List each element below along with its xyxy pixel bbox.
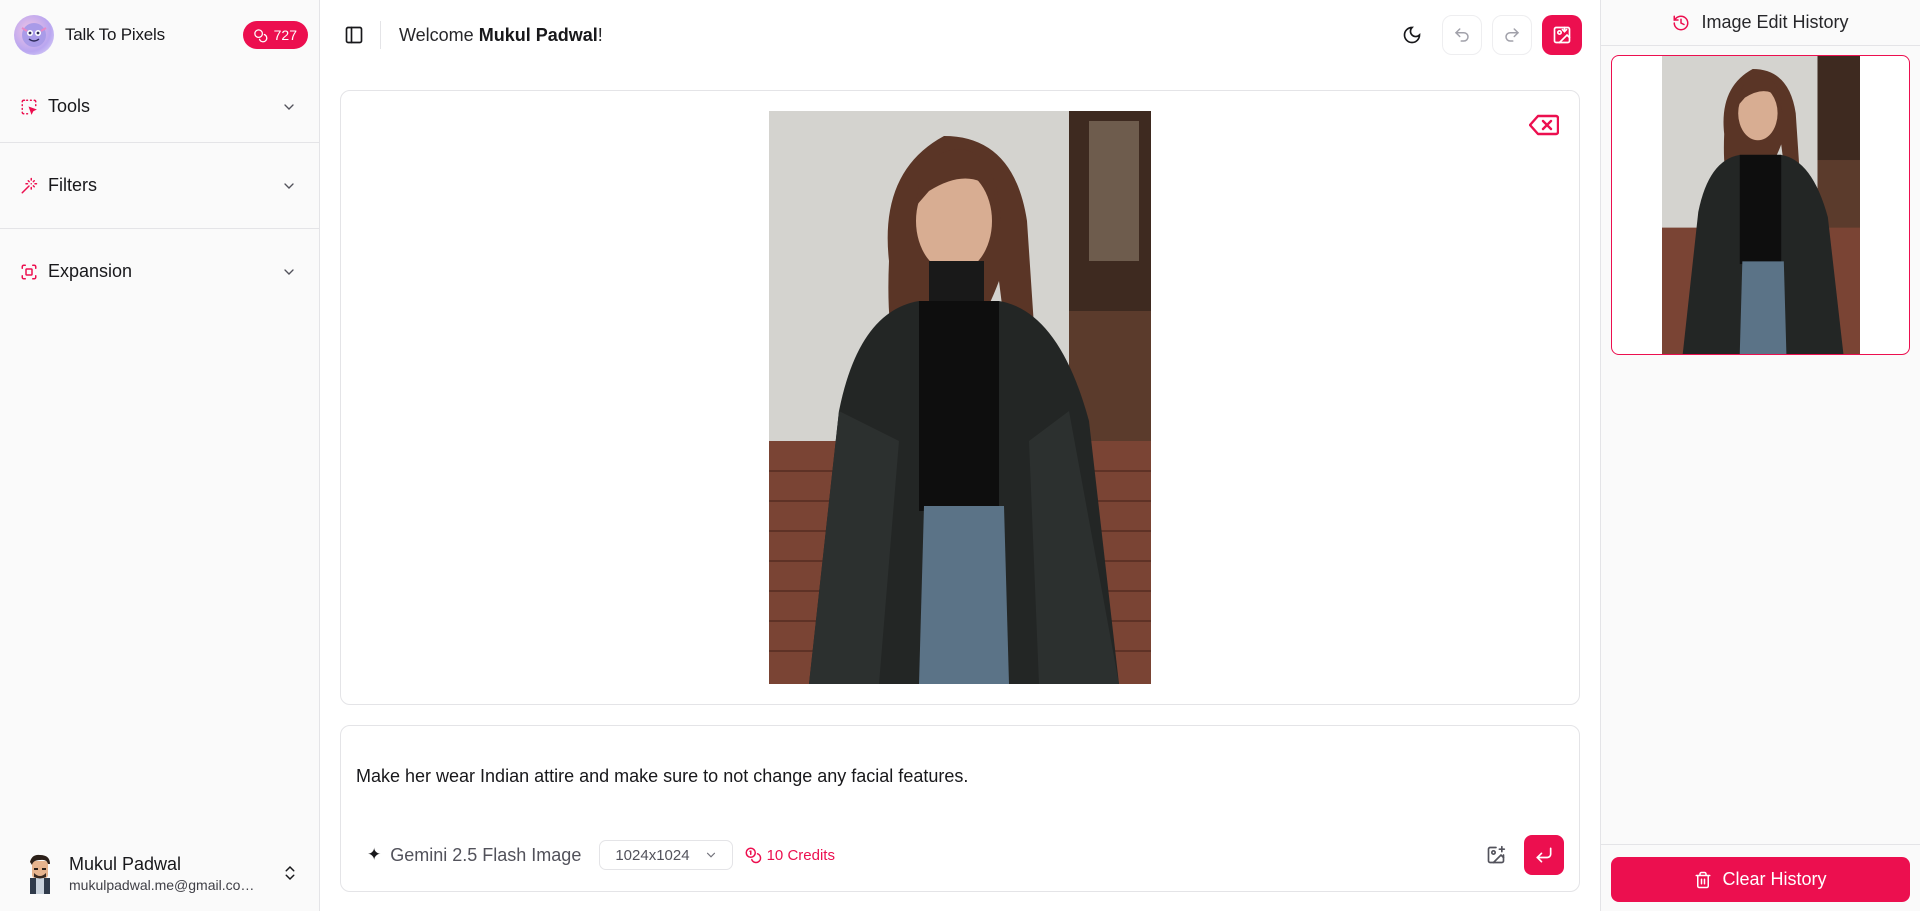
welcome-prefix: Welcome bbox=[399, 24, 479, 45]
prompt-input[interactable]: Make her wear Indian attire and make sur… bbox=[356, 766, 968, 787]
panel-left-icon bbox=[345, 26, 363, 44]
theme-toggle-button[interactable] bbox=[1392, 15, 1432, 55]
coins-icon bbox=[253, 28, 268, 42]
model-label: Gemini 2.5 Flash Image bbox=[390, 844, 582, 865]
history-footer: Clear History bbox=[1601, 844, 1920, 911]
clear-history-label: Clear History bbox=[1722, 869, 1827, 889]
user-info: Mukul Padwal mukulpadwal.me@gmail.co… bbox=[69, 854, 254, 893]
undo-button[interactable] bbox=[1442, 15, 1482, 55]
user-name: Mukul Padwal bbox=[69, 853, 182, 874]
prompt-panel: Make her wear Indian attire and make sur… bbox=[340, 725, 1580, 892]
credits-cost-label: 10 Credits bbox=[766, 846, 835, 864]
moon-icon bbox=[1403, 26, 1421, 44]
sidebar-section-label: Expansion bbox=[48, 261, 133, 281]
sidebar-section-expansion[interactable]: Expansion bbox=[0, 228, 319, 314]
sidebar-section-label: Tools bbox=[48, 96, 91, 116]
user-menu[interactable]: Mukul Padwal mukulpadwal.me@gmail.co… bbox=[0, 835, 319, 911]
image-download-icon bbox=[1553, 26, 1571, 44]
user-email: mukulpadwal.me@gmail.co… bbox=[69, 876, 255, 893]
history-icon bbox=[1673, 14, 1689, 30]
chevron-down-icon bbox=[284, 182, 294, 189]
history-title: Image Edit History bbox=[1701, 12, 1849, 32]
chevron-down-icon bbox=[284, 268, 294, 275]
app-name: Talk To Pixels bbox=[65, 25, 165, 44]
undo-icon bbox=[1454, 28, 1469, 42]
sidebar-section-tools[interactable]: Tools bbox=[0, 70, 319, 142]
magic-wand-icon bbox=[20, 177, 38, 195]
send-prompt-button[interactable] bbox=[1524, 835, 1564, 875]
sidebar: Talk To Pixels 727 Tools Filters Expansi… bbox=[0, 0, 320, 911]
redo-button[interactable] bbox=[1492, 15, 1532, 55]
history-panel: Image Edit History Clear History bbox=[1600, 0, 1920, 911]
app-root: Talk To Pixels 727 Tools Filters Expansi… bbox=[0, 0, 1920, 911]
size-select[interactable]: 1024x1024 bbox=[599, 840, 733, 870]
remove-image-button[interactable] bbox=[1529, 113, 1559, 137]
image-plus-icon bbox=[1487, 845, 1506, 864]
welcome-message: Welcome Mukul Padwal! bbox=[399, 25, 603, 46]
toggle-sidebar-button[interactable] bbox=[340, 21, 368, 49]
prompt-actions bbox=[1482, 835, 1564, 875]
sparkle-icon: ✦ bbox=[367, 845, 382, 864]
history-item[interactable] bbox=[1611, 55, 1910, 355]
size-value: 1024x1024 bbox=[615, 846, 690, 864]
avatar bbox=[30, 854, 50, 894]
credits-count: 727 bbox=[273, 27, 297, 43]
edited-image bbox=[769, 111, 1151, 684]
chevron-down-icon bbox=[284, 103, 294, 110]
image-canvas bbox=[340, 90, 1580, 705]
coins-icon bbox=[745, 847, 761, 864]
prompt-toolbar: ✦ Gemini 2.5 Flash Image 1024x1024 10 Cr… bbox=[367, 835, 1564, 875]
redo-icon bbox=[1505, 28, 1520, 42]
add-image-button[interactable] bbox=[1482, 841, 1510, 869]
brand-row: Talk To Pixels 727 bbox=[0, 0, 319, 70]
trash-icon bbox=[1695, 871, 1711, 888]
clear-history-button[interactable]: Clear History bbox=[1611, 857, 1910, 902]
app-logo bbox=[14, 15, 54, 55]
select-dashed-icon bbox=[20, 98, 38, 116]
enter-icon bbox=[1536, 847, 1552, 863]
divider bbox=[380, 21, 381, 49]
expand-frame-icon bbox=[20, 263, 38, 281]
backspace-icon bbox=[1529, 114, 1559, 136]
top-actions bbox=[1392, 15, 1582, 55]
sidebar-section-label: Filters bbox=[48, 175, 97, 195]
welcome-suffix: ! bbox=[597, 24, 603, 45]
main-area: Welcome Mukul Padwal! Make her wear Indi… bbox=[320, 0, 1600, 911]
chevron-down-icon bbox=[706, 852, 715, 858]
chevrons-up-down-icon bbox=[285, 865, 295, 881]
download-image-button[interactable] bbox=[1542, 15, 1582, 55]
credits-badge[interactable]: 727 bbox=[242, 21, 308, 49]
history-thumbnail bbox=[1662, 56, 1860, 354]
top-bar: Welcome Mukul Padwal! bbox=[320, 0, 1600, 70]
model-selector[interactable]: ✦ Gemini 2.5 Flash Image bbox=[367, 845, 581, 866]
sidebar-section-filters[interactable]: Filters bbox=[0, 142, 319, 228]
credits-cost: 10 Credits bbox=[744, 846, 835, 864]
history-header: Image Edit History bbox=[1601, 0, 1920, 46]
welcome-name: Mukul Padwal bbox=[478, 24, 598, 45]
